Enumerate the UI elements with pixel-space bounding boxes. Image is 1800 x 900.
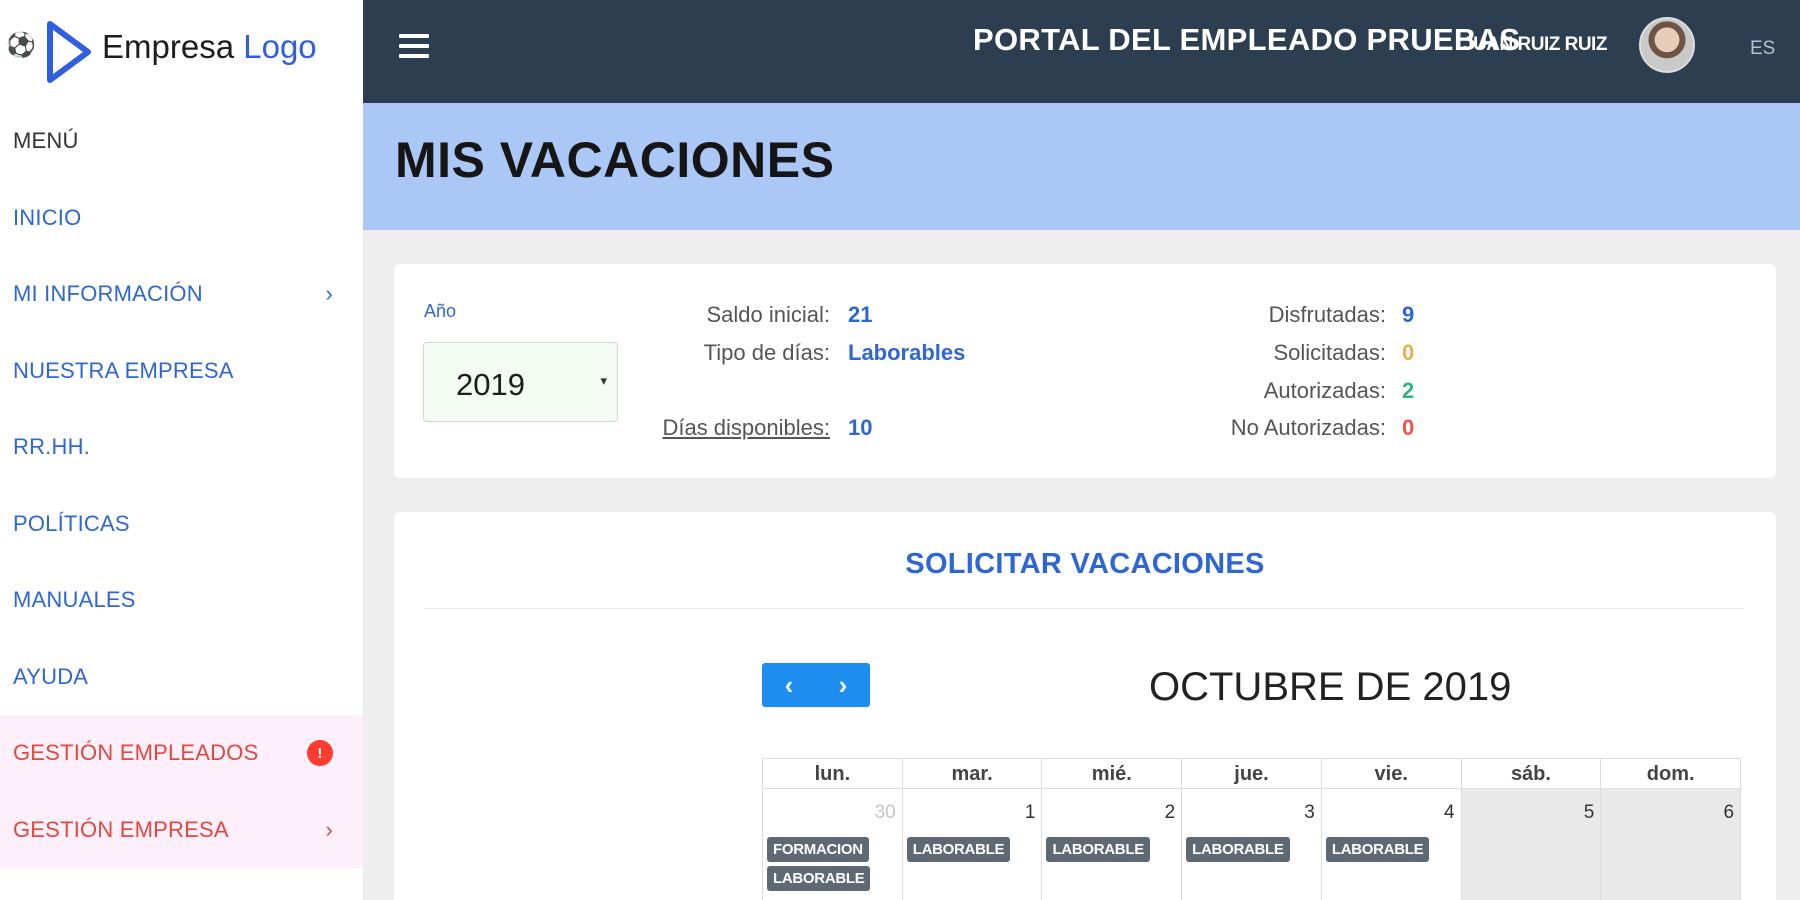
day-events: LABORABLE — [1046, 837, 1177, 866]
calendar-day[interactable]: 30 FORMACION LABORABLE — [763, 789, 903, 900]
event-label[interactable]: LABORABLE — [767, 866, 871, 891]
calendar-day[interactable]: 3 LABORABLE — [1182, 789, 1322, 900]
sidebar-item-label: NUESTRA EMPRESA — [13, 357, 234, 383]
sidebar-item-gestion-empresa[interactable]: GESTIÓN EMPRESA › — [0, 791, 363, 868]
sidebar-item-politicas[interactable]: POLÍTICAS — [0, 486, 363, 563]
section-title: SOLICITAR VACACIONES — [905, 548, 1265, 580]
sidebar-item-label: GESTIÓN EMPLEADOS — [13, 740, 259, 766]
sidebar-item-mi-informacion[interactable]: MI INFORMACIÓN › — [0, 256, 363, 333]
portal-title: PORTAL DEL EMPLEADO PRUEBAS — [973, 22, 1521, 57]
sidebar-item-manuales[interactable]: MANUALES — [0, 562, 363, 639]
avatar[interactable] — [1639, 17, 1695, 73]
day-number: 5 — [1583, 802, 1595, 823]
sidebar-menu: MENÚ INICIO MI INFORMACIÓN › NUESTRA EMPR… — [0, 103, 363, 868]
day-events: FORMACION LABORABLE — [767, 837, 898, 895]
event-label[interactable]: LABORABLE — [1186, 837, 1290, 862]
brand-name-part1: Empresa — [102, 28, 235, 65]
brand-name: Empresa Logo — [102, 28, 317, 66]
top-navbar: PORTAL DEL EMPLEADO PRUEBAS JUAN RUIZ RU… — [363, 0, 1800, 103]
calendar-day[interactable]: 4 LABORABLE — [1322, 789, 1462, 900]
weekday-header: lun. mar. mié. jue. vie. sáb. dom. — [762, 758, 1741, 789]
calendar-day[interactable]: 1 LABORABLE — [903, 789, 1043, 900]
stat-label: Autorizadas: — [1263, 378, 1386, 403]
stat-autorizadas: Autorizadas: — [394, 378, 1386, 406]
stat-solicitadas: Solicitadas: — [394, 340, 1386, 368]
weekday-label: lun. — [763, 759, 903, 788]
event-label[interactable]: FORMACION — [767, 837, 869, 862]
sidebar-item-label: MI INFORMACIÓN — [13, 281, 203, 307]
day-number: 2 — [1164, 802, 1176, 823]
sidebar-item-label: MANUALES — [13, 587, 136, 613]
sidebar-item-label: RR.HH. — [13, 434, 90, 460]
hamburger-menu-icon[interactable] — [399, 34, 429, 58]
stat-label: No Autorizadas: — [1230, 415, 1386, 440]
day-number: 6 — [1723, 802, 1735, 823]
weekday-label: dom. — [1646, 763, 1695, 785]
weekday-label: jue. — [1182, 759, 1322, 788]
sidebar-item-inicio[interactable]: INICIO — [0, 180, 363, 257]
chevron-right-icon: › — [325, 816, 333, 842]
language-selector[interactable]: ES — [1750, 38, 1775, 60]
sidebar: ⚽ Empresa Logo MENÚ INICIO MI INFORMACIÓ… — [0, 0, 363, 900]
next-month-button[interactable]: › — [816, 663, 870, 707]
soccer-ball-icon: ⚽ — [6, 32, 36, 59]
stat-value: 0 — [1402, 340, 1415, 365]
stat-value: 0 — [1402, 415, 1415, 440]
calendar-day[interactable]: 2 LABORABLE — [1042, 789, 1183, 900]
event-label[interactable]: LABORABLE — [1046, 837, 1150, 862]
vacation-summary-card: Año 2019 ▾ Saldo inicial: 21 Tipo de día… — [394, 264, 1776, 478]
day-number: 1 — [1024, 802, 1036, 823]
calendar-day[interactable]: 6 — [1601, 789, 1742, 900]
day-number: 3 — [1304, 802, 1315, 823]
page-header: MIS VACACIONES — [363, 103, 1800, 230]
chevron-right-icon: › — [838, 669, 848, 700]
sidebar-item-label: GESTIÓN EMPRESA — [13, 816, 229, 842]
request-vacation-card: SOLICITAR VACACIONES ‹ › OCTUBRE DE 2019… — [394, 512, 1776, 900]
brand-name-part2: Logo — [243, 28, 317, 65]
stat-value: 9 — [1402, 302, 1415, 327]
day-number: 30 — [874, 802, 896, 823]
sidebar-item-label: INICIO — [13, 204, 82, 230]
event-label[interactable]: LABORABLE — [906, 837, 1011, 862]
brand-logo[interactable]: ⚽ Empresa Logo — [0, 0, 363, 100]
stat-label: Disfrutadas: — [1268, 302, 1386, 327]
event-label[interactable]: LABORABLE — [1325, 837, 1430, 862]
day-events: LABORABLE — [1325, 837, 1457, 866]
page-title: MIS VACACIONES — [395, 132, 835, 188]
alert-badge: ! — [307, 740, 333, 767]
calendar-week: 30 FORMACION LABORABLE 1 LABORABLE 2 LAB… — [762, 789, 1742, 900]
prev-month-button[interactable]: ‹ — [762, 663, 816, 707]
menu-heading: MENÚ — [13, 128, 79, 154]
weekday-label: mié. — [1042, 759, 1183, 788]
sidebar-item-rrhh[interactable]: RR.HH. — [0, 409, 363, 486]
month-title: OCTUBRE DE 2019 — [1149, 665, 1512, 709]
sidebar-item-gestion-empleados[interactable]: GESTIÓN EMPLEADOS! — [0, 715, 363, 792]
sidebar-item-label: AYUDA — [13, 663, 89, 689]
sidebar-item-label: POLÍTICAS — [13, 510, 130, 536]
stat-label: Solicitadas: — [1273, 340, 1386, 365]
calendar-day[interactable]: 5 — [1461, 789, 1602, 900]
divider — [424, 608, 1744, 609]
day-number: 4 — [1444, 802, 1455, 823]
stat-disfrutadas: Disfrutadas: — [394, 302, 1386, 330]
chevron-right-icon: › — [325, 281, 333, 307]
weekday-label: vie. — [1322, 759, 1462, 788]
calendar-nav: ‹ › — [762, 663, 870, 707]
calendar-grid: lun. mar. mié. jue. vie. sáb. dom. 30 FO… — [762, 758, 1742, 900]
day-events: LABORABLE — [1186, 837, 1317, 866]
sidebar-item-nuestra-empresa[interactable]: NUESTRA EMPRESA — [0, 333, 363, 410]
chevron-left-icon: ‹ — [784, 669, 794, 700]
weekday-label: sáb. — [1462, 759, 1602, 788]
play-triangle-logo-icon — [47, 21, 91, 83]
user-name[interactable]: JUAN RUIZ RUIZ — [1463, 34, 1607, 56]
stat-no-autorizadas: No Autorizadas: — [394, 415, 1386, 443]
sidebar-item-ayuda[interactable]: AYUDA — [0, 639, 363, 716]
stat-value: 2 — [1402, 378, 1415, 403]
weekday-label: mar. — [903, 759, 1043, 788]
day-events: LABORABLE — [906, 837, 1038, 866]
